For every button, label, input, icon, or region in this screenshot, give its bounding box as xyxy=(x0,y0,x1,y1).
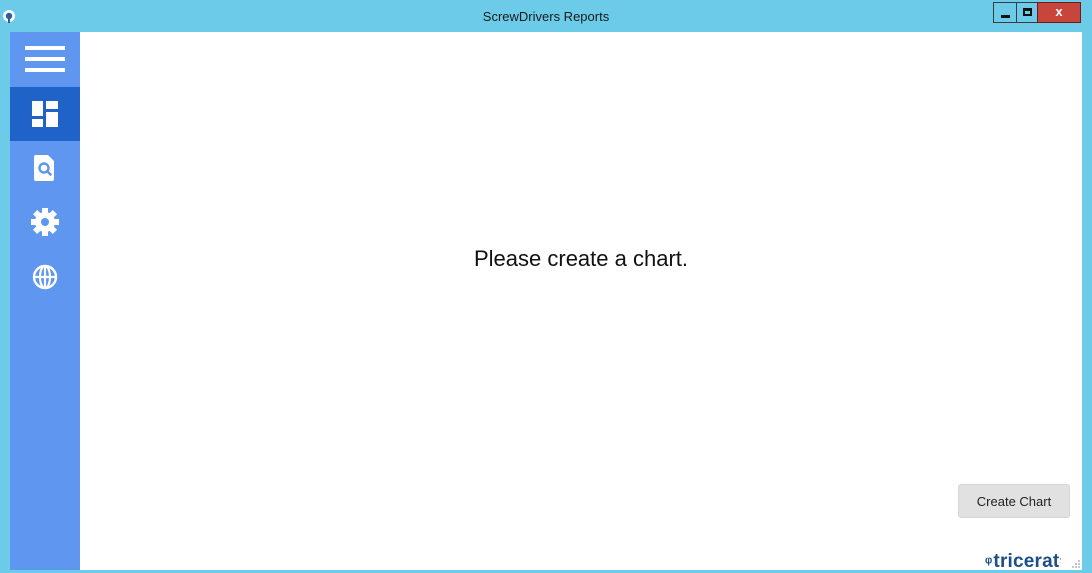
resize-grip-icon[interactable] xyxy=(1070,558,1080,568)
gear-icon xyxy=(31,208,59,236)
sidebar-item-menu[interactable] xyxy=(10,32,80,86)
maximize-icon xyxy=(1023,8,1032,16)
minimize-icon xyxy=(1001,15,1010,18)
tricerat-logo-suffix: . xyxy=(1059,554,1062,562)
dashboard-icon xyxy=(32,101,58,127)
sidebar xyxy=(10,32,80,570)
minimize-button[interactable] xyxy=(993,2,1017,23)
document-search-icon xyxy=(34,155,54,181)
close-button[interactable]: x xyxy=(1037,2,1081,23)
window-title: ScrewDrivers Reports xyxy=(482,9,610,24)
main-content: Please create a chart. Create Chart ᵠtri… xyxy=(80,32,1082,572)
hamburger-menu-icon xyxy=(25,46,65,72)
globe-icon xyxy=(32,264,58,290)
app-window: ScrewDrivers Reports x Please create a c… xyxy=(0,0,1092,573)
sidebar-item-settings[interactable] xyxy=(10,195,80,249)
empty-state-message: Please create a chart. xyxy=(473,246,688,271)
close-icon: x xyxy=(1055,4,1063,19)
title-bar[interactable]: ScrewDrivers Reports x xyxy=(0,0,1092,32)
sidebar-item-web[interactable] xyxy=(10,250,80,304)
sidebar-item-search-reports[interactable] xyxy=(10,141,80,195)
maximize-button[interactable] xyxy=(1016,2,1038,23)
create-chart-button[interactable]: Create Chart xyxy=(958,484,1070,518)
tricerat-mark-icon: ᵠ xyxy=(985,554,993,571)
sidebar-item-dashboard[interactable] xyxy=(10,87,80,141)
tricerat-logo-text: tricerat xyxy=(993,551,1060,572)
